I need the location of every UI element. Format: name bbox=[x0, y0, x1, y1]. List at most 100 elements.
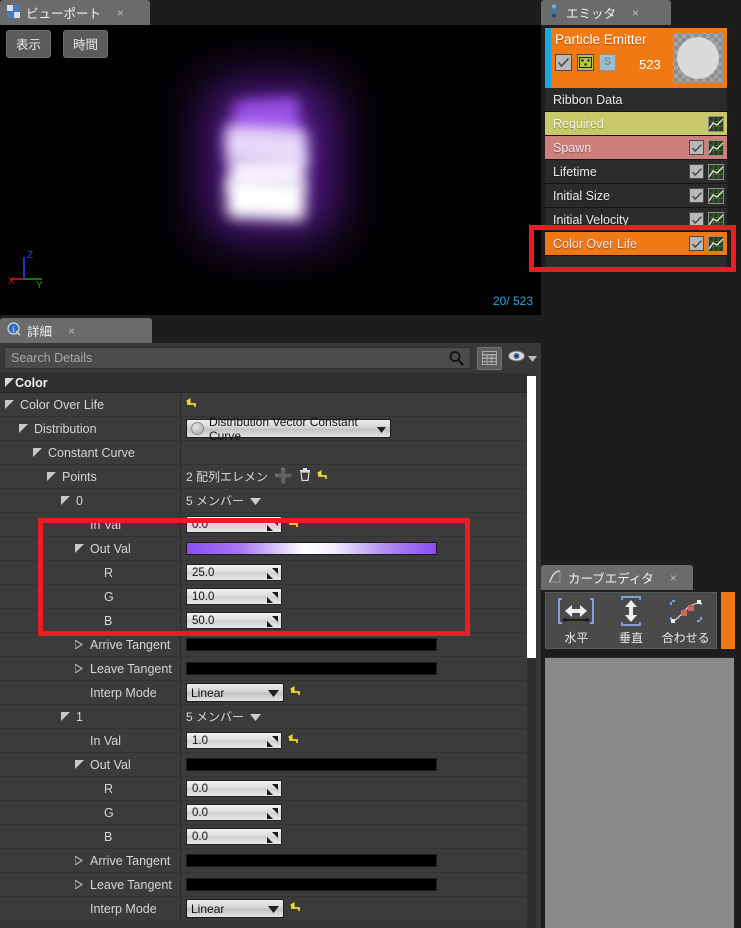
module-enabled-checkbox[interactable] bbox=[689, 164, 704, 179]
property-row[interactable]: Out Val bbox=[0, 753, 529, 777]
emitter-module-row[interactable]: Initial Size bbox=[545, 184, 727, 208]
module-enabled-checkbox[interactable] bbox=[689, 236, 704, 251]
delete-icon[interactable] bbox=[299, 467, 311, 486]
spinner-icon[interactable] bbox=[267, 568, 278, 582]
spinner-icon[interactable] bbox=[267, 616, 278, 630]
property-value-cell[interactable]: 0.0 bbox=[181, 777, 529, 800]
property-row[interactable]: Constant Curve bbox=[0, 441, 529, 465]
spinner-icon[interactable] bbox=[267, 832, 278, 846]
property-row[interactable]: Interp Mode Linear bbox=[0, 681, 529, 705]
spinner-icon[interactable] bbox=[267, 736, 278, 750]
emitter-module-row[interactable]: Spawn bbox=[545, 136, 727, 160]
chevron-down-icon[interactable] bbox=[250, 708, 262, 726]
property-row[interactable]: B 0.0 bbox=[0, 825, 529, 849]
interp-mode-select[interactable]: Linear bbox=[186, 683, 284, 702]
twisty-down-icon[interactable] bbox=[46, 472, 57, 481]
twisty-down-icon[interactable] bbox=[60, 496, 71, 505]
twisty-right-icon[interactable] bbox=[74, 640, 85, 649]
property-row[interactable]: Out Val bbox=[0, 537, 529, 561]
property-value-cell[interactable]: 1.0 bbox=[181, 729, 529, 752]
module-curve-icon[interactable] bbox=[708, 163, 724, 180]
property-value-cell[interactable] bbox=[181, 657, 529, 680]
revert-icon[interactable] bbox=[316, 470, 328, 483]
property-value-cell[interactable]: 0.0 bbox=[181, 825, 529, 848]
property-row[interactable]: Interp Mode Linear bbox=[0, 897, 529, 921]
property-row[interactable]: Arrive Tangent bbox=[0, 633, 529, 657]
module-curve-icon[interactable] bbox=[708, 235, 724, 252]
property-row[interactable]: In Val 1.0 bbox=[0, 729, 529, 753]
emitter-solo-badge[interactable]: S bbox=[599, 53, 616, 71]
distribution-combobox[interactable]: Distribution Vector Constant Curve bbox=[186, 415, 391, 443]
module-enabled-checkbox[interactable] bbox=[689, 140, 704, 155]
curve-editor-canvas[interactable] bbox=[545, 657, 734, 928]
twisty-right-icon[interactable] bbox=[74, 880, 85, 889]
number-input[interactable]: 1.0 bbox=[186, 732, 282, 749]
tab-emitter[interactable]: エミッタ × bbox=[541, 0, 671, 25]
revert-icon[interactable] bbox=[186, 398, 197, 411]
emitter-module-row[interactable]: Color Over Life bbox=[545, 232, 727, 256]
property-value-cell[interactable] bbox=[181, 393, 529, 416]
module-curve-icon[interactable] bbox=[708, 139, 724, 156]
property-value-cell[interactable]: 0.0 bbox=[181, 801, 529, 824]
revert-icon[interactable] bbox=[290, 686, 301, 699]
property-value-cell[interactable]: 2 配列エレメン ➕ bbox=[181, 465, 529, 488]
viewport-close-icon[interactable]: × bbox=[117, 6, 124, 20]
viewport-render-area[interactable]: 表示 時間 Z Y X 20/ 523 bbox=[0, 25, 541, 315]
module-curve-icon[interactable] bbox=[708, 187, 724, 204]
property-value-cell[interactable] bbox=[181, 849, 529, 872]
property-value-cell[interactable]: Linear bbox=[181, 681, 529, 704]
property-row[interactable]: R 25.0 bbox=[0, 561, 529, 585]
view-menu-button[interactable]: 表示 bbox=[6, 30, 52, 58]
emitter-close-icon[interactable]: × bbox=[632, 6, 639, 20]
property-value-cell[interactable]: 10.0 bbox=[181, 585, 529, 608]
spinner-icon[interactable] bbox=[267, 784, 278, 798]
emitter-solo-grid-button[interactable] bbox=[577, 53, 594, 71]
twisty-down-icon[interactable] bbox=[60, 712, 71, 721]
property-row[interactable]: In Val 0.0 bbox=[0, 513, 529, 537]
chevron-down-icon[interactable] bbox=[250, 492, 262, 510]
property-row[interactable]: 1 5 メンバー bbox=[0, 705, 529, 729]
property-value-cell[interactable]: Linear bbox=[181, 897, 529, 920]
number-input[interactable]: 50.0 bbox=[186, 612, 282, 629]
number-input[interactable]: 25.0 bbox=[186, 564, 282, 581]
twisty-down-icon[interactable] bbox=[74, 760, 85, 769]
fit-horizontal-button[interactable]: 水平 bbox=[549, 595, 604, 646]
revert-icon[interactable] bbox=[288, 518, 299, 531]
property-row[interactable]: Distribution Distribution Vector Constant… bbox=[0, 415, 529, 443]
category-header-color[interactable]: Color bbox=[0, 373, 529, 393]
number-input[interactable]: 0.0 bbox=[186, 804, 282, 821]
tab-details[interactable]: i 詳細 × bbox=[0, 318, 152, 343]
property-row[interactable]: 0 5 メンバー bbox=[0, 489, 529, 513]
number-input[interactable]: 0.0 bbox=[186, 780, 282, 797]
property-value-cell[interactable]: Distribution Vector Constant Curve bbox=[181, 415, 529, 443]
interp-mode-select[interactable]: Linear bbox=[186, 899, 284, 918]
color-gradient-swatch[interactable] bbox=[186, 542, 437, 555]
spinner-icon[interactable] bbox=[267, 808, 278, 822]
property-row[interactable]: G 10.0 bbox=[0, 585, 529, 609]
property-row[interactable]: Color Over Life bbox=[0, 393, 529, 417]
emitter-module-row[interactable]: Initial Velocity bbox=[545, 208, 727, 232]
revert-icon[interactable] bbox=[290, 902, 301, 915]
number-input[interactable]: 0.0 bbox=[186, 828, 282, 845]
number-input[interactable]: 10.0 bbox=[186, 588, 282, 605]
spinner-icon[interactable] bbox=[267, 592, 278, 606]
tab-viewport[interactable]: ビューポート × bbox=[0, 0, 150, 25]
module-curve-icon[interactable] bbox=[708, 115, 724, 132]
revert-icon[interactable] bbox=[288, 734, 299, 747]
black-value-swatch[interactable] bbox=[186, 854, 437, 867]
property-value-cell[interactable]: 50.0 bbox=[181, 609, 529, 632]
property-value-cell[interactable]: 5 メンバー bbox=[181, 705, 529, 728]
twisty-right-icon[interactable] bbox=[74, 664, 85, 673]
property-value-cell[interactable]: 5 メンバー bbox=[181, 489, 529, 512]
emitter-thumbnail[interactable] bbox=[673, 33, 723, 83]
curve-editor-close-icon[interactable]: × bbox=[670, 571, 677, 585]
black-value-swatch[interactable] bbox=[186, 758, 437, 771]
details-scrollbar-thumb[interactable] bbox=[527, 376, 536, 658]
emitter-column[interactable]: Particle Emitter S 523 Ribbon Data Requi… bbox=[545, 28, 727, 268]
details-scrollbar[interactable] bbox=[527, 376, 536, 928]
property-value-cell[interactable] bbox=[181, 753, 529, 776]
twisty-down-icon[interactable] bbox=[18, 424, 29, 433]
module-enabled-checkbox[interactable] bbox=[689, 212, 704, 227]
spinner-icon[interactable] bbox=[267, 520, 278, 534]
property-row[interactable]: Leave Tangent bbox=[0, 873, 529, 897]
